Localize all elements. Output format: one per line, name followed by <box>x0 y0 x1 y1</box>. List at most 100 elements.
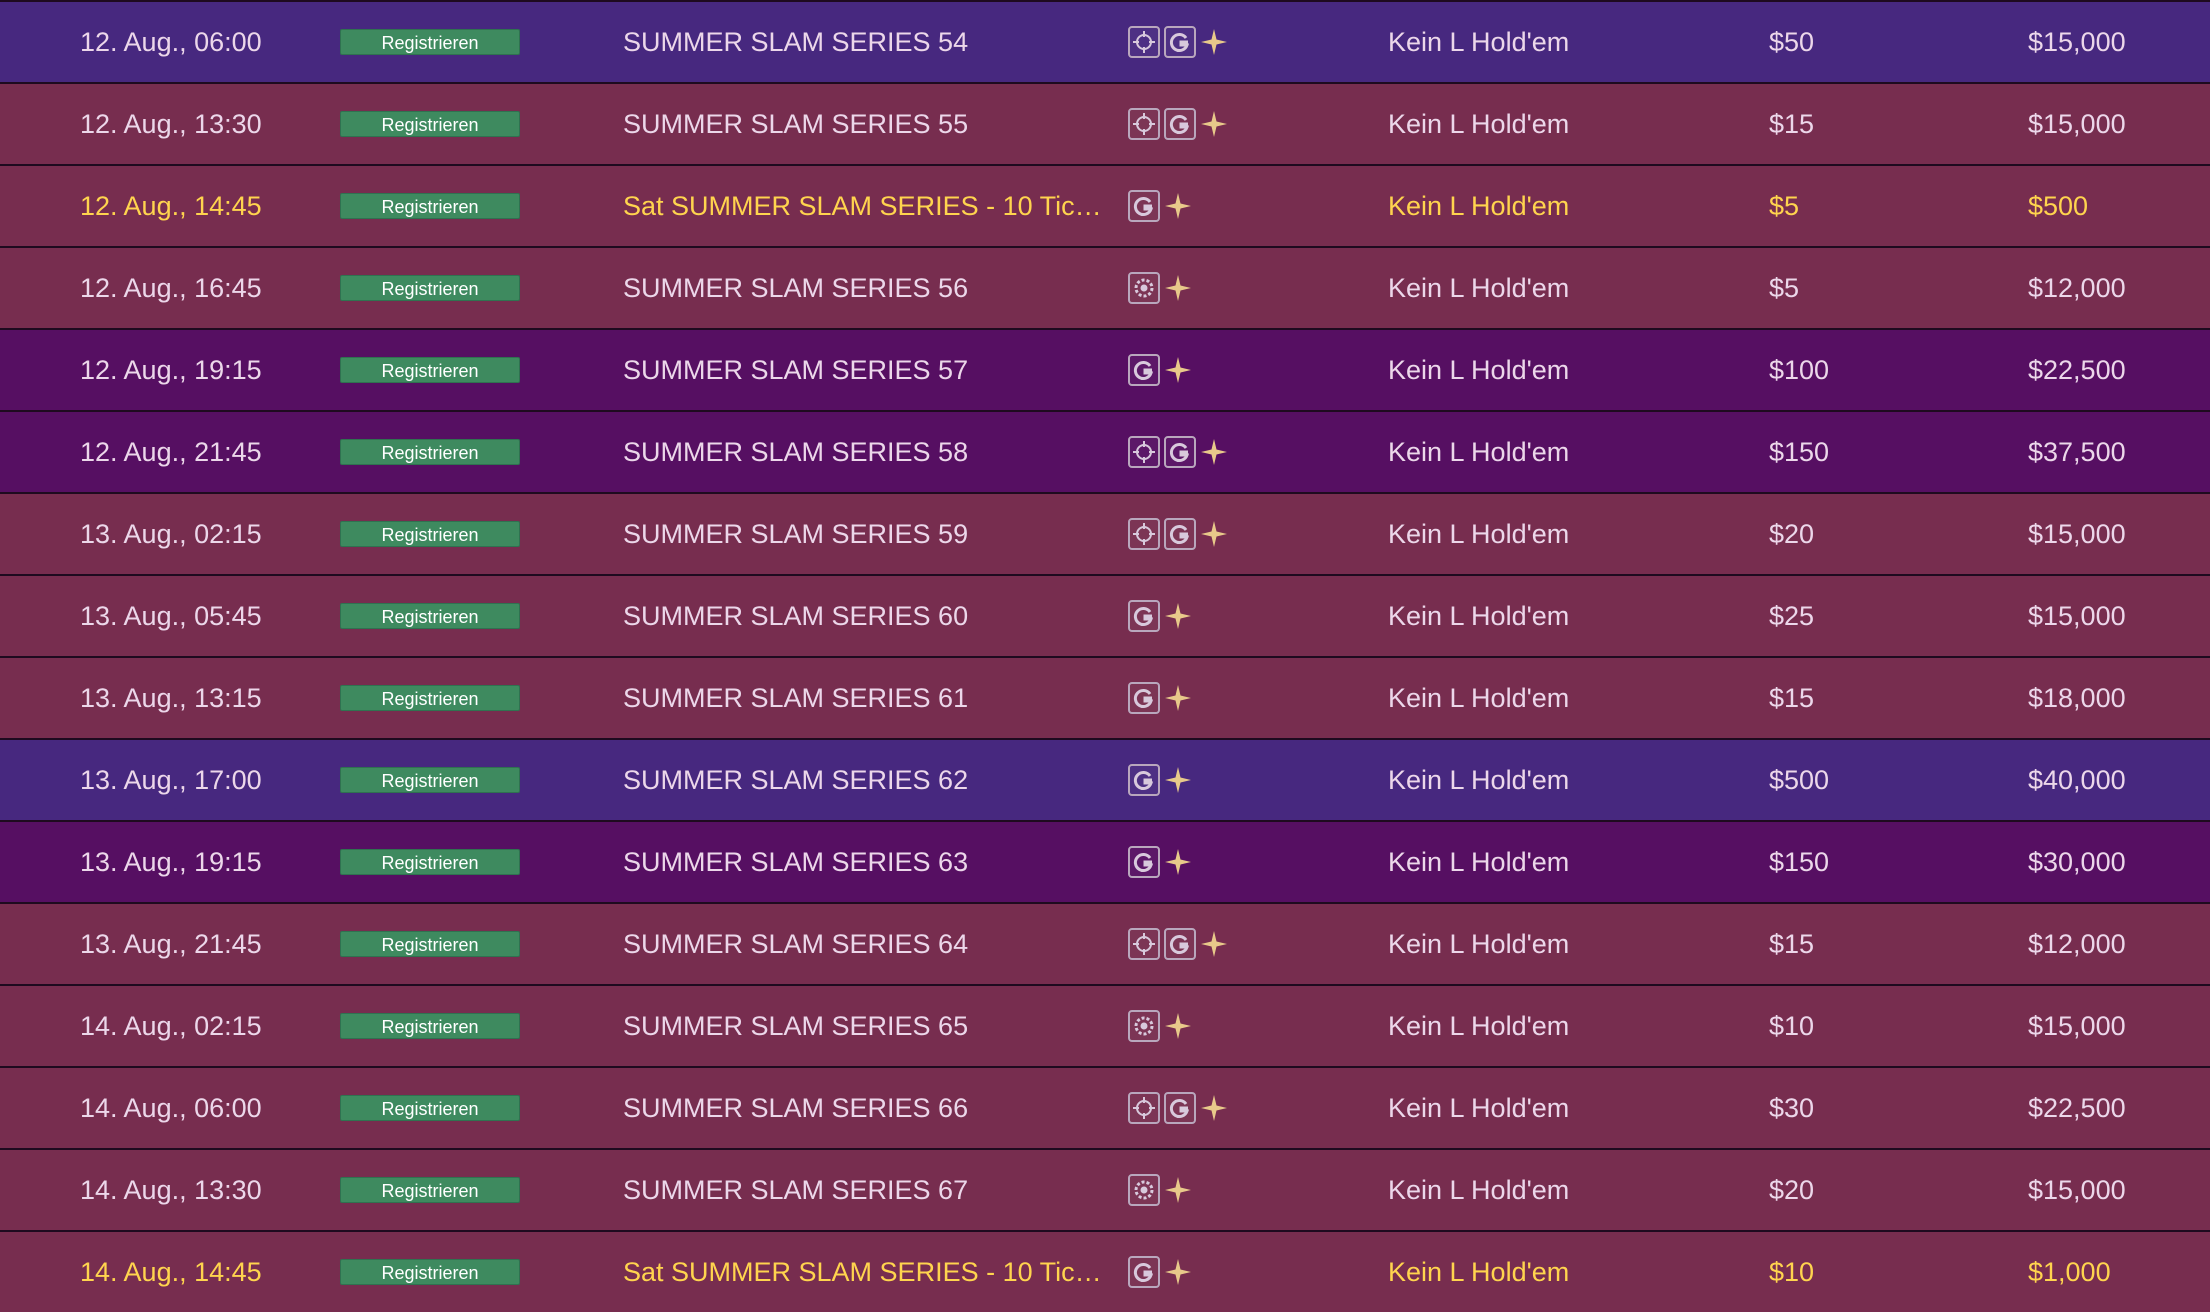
start-time: 12. Aug., 19:15 <box>80 354 262 385</box>
tournament-name[interactable]: SUMMER SLAM SERIES 58 <box>623 437 968 468</box>
sparkle-star-icon <box>1164 602 1192 630</box>
table-row[interactable]: 12. Aug., 14:45 Registrieren Sat SUMMER SL… <box>0 164 2210 246</box>
register-button[interactable]: Registrieren <box>340 603 520 629</box>
g-badge-icon <box>1128 1256 1160 1288</box>
register-button[interactable]: Registrieren <box>340 29 520 55</box>
buy-in: $150 <box>1769 846 1830 877</box>
prize-pool: $1,000 <box>2028 1256 2111 1287</box>
tournament-name[interactable]: SUMMER SLAM SERIES 64 <box>623 929 968 960</box>
tournament-name[interactable]: SUMMER SLAM SERIES 59 <box>623 519 968 550</box>
register-cell: Registrieren <box>340 166 520 246</box>
register-button[interactable]: Registrieren <box>340 275 520 301</box>
g-badge-icon <box>1128 846 1160 878</box>
g-badge-icon <box>1164 108 1196 140</box>
g-badge-icon <box>1128 190 1160 222</box>
register-button[interactable]: Registrieren <box>340 767 520 793</box>
table-row[interactable]: 12. Aug., 13:30 Registrieren SUMMER SLAM S… <box>0 82 2210 164</box>
game-type: Kein L Hold'em <box>1388 354 1570 385</box>
register-button[interactable]: Registrieren <box>340 193 520 219</box>
prize-pool: $12,000 <box>2028 272 2126 303</box>
buy-in: $500 <box>1769 764 1830 795</box>
register-button[interactable]: Registrieren <box>340 357 520 383</box>
tournament-name-cell: SUMMER SLAM SERIES 63 <box>623 822 1103 902</box>
target-icon <box>1128 108 1160 140</box>
tournament-name[interactable]: SUMMER SLAM SERIES 63 <box>623 847 968 878</box>
register-button[interactable]: Registrieren <box>340 1013 520 1039</box>
tournament-name[interactable]: SUMMER SLAM SERIES 54 <box>623 27 968 58</box>
feature-icons <box>1128 822 1268 902</box>
tournament-name[interactable]: Sat SUMMER SLAM SERIES - 10 Tickets ... <box>623 191 1103 222</box>
tournament-name[interactable]: SUMMER SLAM SERIES 66 <box>623 1093 968 1124</box>
tournament-name-cell: Sat SUMMER SLAM SERIES - 10 Tickets ... <box>623 1232 1103 1312</box>
sparkle-star-icon <box>1164 274 1192 302</box>
tournament-name[interactable]: SUMMER SLAM SERIES 65 <box>623 1011 968 1042</box>
game-type: Kein L Hold'em <box>1388 764 1570 795</box>
g-badge-icon <box>1128 354 1160 386</box>
sparkle-star-icon <box>1200 1094 1228 1122</box>
start-time: 13. Aug., 21:45 <box>80 928 262 959</box>
tournament-name[interactable]: SUMMER SLAM SERIES 62 <box>623 765 968 796</box>
buy-in: $20 <box>1769 518 1815 549</box>
tournament-name[interactable]: SUMMER SLAM SERIES 55 <box>623 109 968 140</box>
register-cell: Registrieren <box>340 2 520 82</box>
sparkle-star-icon <box>1164 848 1192 876</box>
register-cell: Registrieren <box>340 412 520 492</box>
table-row[interactable]: 13. Aug., 21:45 Registrieren SUMMER SLAM S… <box>0 902 2210 984</box>
tournament-name-cell: SUMMER SLAM SERIES 64 <box>623 904 1103 984</box>
tournament-name[interactable]: SUMMER SLAM SERIES 57 <box>623 355 968 386</box>
buy-in: $150 <box>1769 436 1830 467</box>
table-row[interactable]: 14. Aug., 02:15 Registrieren SUMMER SLAM S… <box>0 984 2210 1066</box>
register-cell: Registrieren <box>340 576 520 656</box>
prize-pool: $15,000 <box>2028 1174 2126 1205</box>
register-button[interactable]: Registrieren <box>340 521 520 547</box>
table-row[interactable]: 13. Aug., 02:15 Registrieren SUMMER SLAM S… <box>0 492 2210 574</box>
table-row[interactable]: 14. Aug., 13:30 Registrieren SUMMER SLAM S… <box>0 1148 2210 1230</box>
g-badge-icon <box>1164 928 1196 960</box>
prize-pool: $37,500 <box>2028 436 2126 467</box>
settings-icon <box>1128 1174 1160 1206</box>
prize-pool: $12,000 <box>2028 928 2126 959</box>
feature-icons <box>1128 1150 1268 1230</box>
table-row[interactable]: 14. Aug., 06:00 Registrieren SUMMER SLAM S… <box>0 1066 2210 1148</box>
register-button[interactable]: Registrieren <box>340 439 520 465</box>
register-cell: Registrieren <box>340 494 520 574</box>
table-row[interactable]: 12. Aug., 21:45 Registrieren SUMMER SLAM S… <box>0 410 2210 492</box>
table-row[interactable]: 13. Aug., 17:00 Registrieren SUMMER SLAM S… <box>0 738 2210 820</box>
start-time: 12. Aug., 16:45 <box>80 272 262 303</box>
register-button[interactable]: Registrieren <box>340 849 520 875</box>
register-button[interactable]: Registrieren <box>340 685 520 711</box>
table-row[interactable]: 12. Aug., 16:45 Registrieren SUMMER SLAM S… <box>0 246 2210 328</box>
tournament-name[interactable]: SUMMER SLAM SERIES 67 <box>623 1175 968 1206</box>
buy-in: $100 <box>1769 354 1830 385</box>
buy-in: $5 <box>1769 272 1800 303</box>
start-time: 12. Aug., 14:45 <box>80 190 262 221</box>
start-time: 13. Aug., 19:15 <box>80 846 262 877</box>
buy-in: $20 <box>1769 1174 1815 1205</box>
table-row[interactable]: 13. Aug., 05:45 Registrieren SUMMER SLAM S… <box>0 574 2210 656</box>
tournament-name[interactable]: Sat SUMMER SLAM SERIES - 10 Tickets ... <box>623 1257 1103 1288</box>
register-cell: Registrieren <box>340 986 520 1066</box>
prize-pool: $15,000 <box>2028 600 2126 631</box>
feature-icons <box>1128 740 1268 820</box>
tournament-name-cell: SUMMER SLAM SERIES 60 <box>623 576 1103 656</box>
sparkle-star-icon <box>1164 1012 1192 1040</box>
table-row[interactable]: 13. Aug., 19:15 Registrieren SUMMER SLAM S… <box>0 820 2210 902</box>
tournament-name[interactable]: SUMMER SLAM SERIES 61 <box>623 683 968 714</box>
tournament-name[interactable]: SUMMER SLAM SERIES 56 <box>623 273 968 304</box>
register-button[interactable]: Registrieren <box>340 1177 520 1203</box>
register-button[interactable]: Registrieren <box>340 111 520 137</box>
target-icon <box>1128 518 1160 550</box>
register-cell: Registrieren <box>340 658 520 738</box>
register-button[interactable]: Registrieren <box>340 931 520 957</box>
feature-icons <box>1128 904 1268 984</box>
buy-in: $5 <box>1769 190 1800 221</box>
table-row[interactable]: 12. Aug., 19:15 Registrieren SUMMER SLAM S… <box>0 328 2210 410</box>
register-button[interactable]: Registrieren <box>340 1095 520 1121</box>
table-row[interactable]: 14. Aug., 14:45 Registrieren Sat SUMMER SL… <box>0 1230 2210 1312</box>
start-time: 13. Aug., 13:15 <box>80 682 262 713</box>
register-button[interactable]: Registrieren <box>340 1259 520 1285</box>
start-time: 12. Aug., 21:45 <box>80 436 262 467</box>
table-row[interactable]: 13. Aug., 13:15 Registrieren SUMMER SLAM S… <box>0 656 2210 738</box>
table-row[interactable]: 12. Aug., 06:00 Registrieren SUMMER SLAM S… <box>0 0 2210 82</box>
tournament-name[interactable]: SUMMER SLAM SERIES 60 <box>623 601 968 632</box>
